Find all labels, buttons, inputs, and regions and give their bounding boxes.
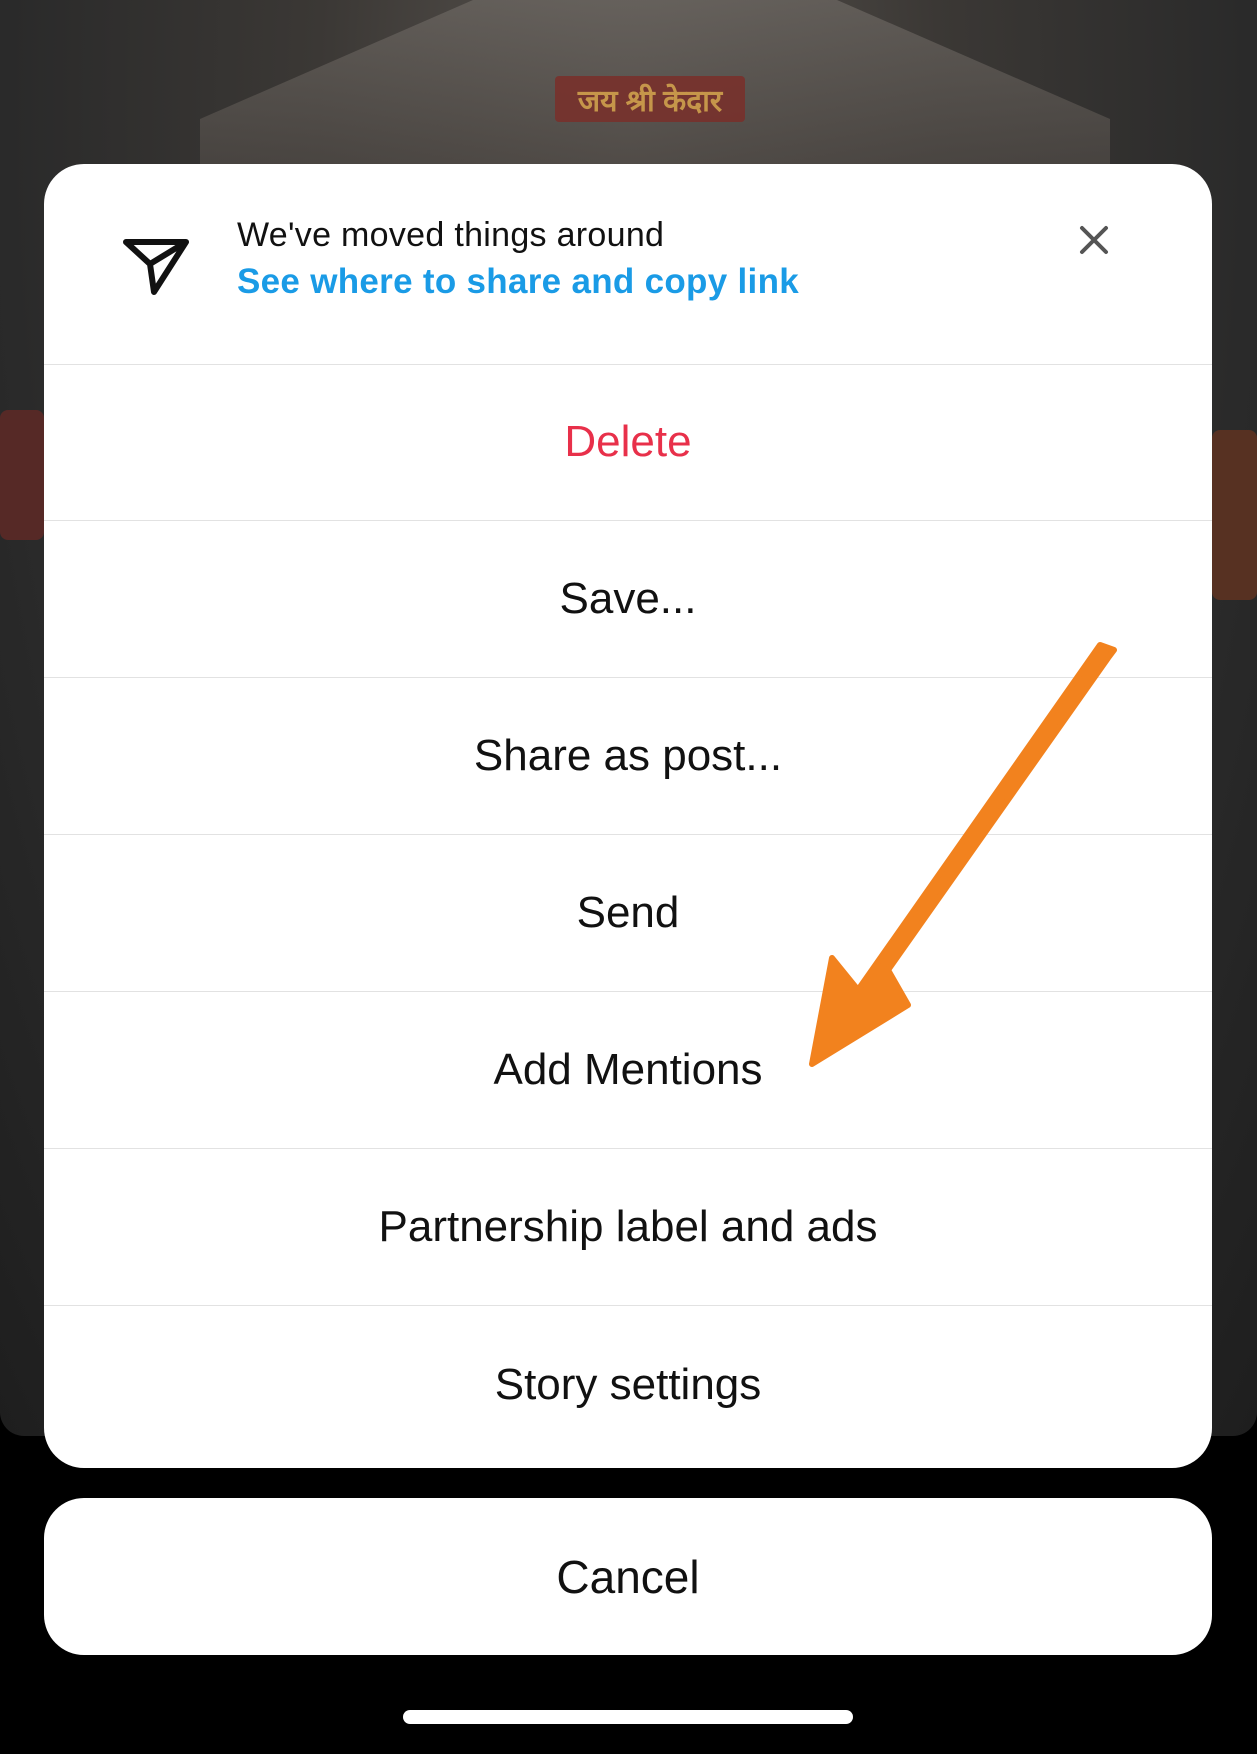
story-settings-button[interactable]: Story settings (44, 1306, 1212, 1463)
send-icon (120, 230, 192, 302)
action-sheet: We've moved things around See where to s… (44, 164, 1212, 1468)
temple-sign: जय श्री केदार (555, 76, 745, 122)
notice-title: We've moved things around (237, 216, 665, 254)
background-person (0, 410, 44, 540)
moved-things-notice: We've moved things around See where to s… (44, 164, 1212, 365)
save-button[interactable]: Save... (44, 521, 1212, 678)
home-indicator (403, 1710, 853, 1724)
partnership-label-button[interactable]: Partnership label and ads (44, 1149, 1212, 1306)
share-copy-link[interactable]: See where to share and copy link (237, 262, 799, 302)
cancel-button[interactable]: Cancel (44, 1498, 1212, 1655)
share-as-post-button[interactable]: Share as post... (44, 678, 1212, 835)
send-button[interactable]: Send (44, 835, 1212, 992)
delete-button[interactable]: Delete (44, 364, 1212, 521)
add-mentions-button[interactable]: Add Mentions (44, 992, 1212, 1149)
background-person (1212, 430, 1257, 600)
close-icon[interactable] (1072, 218, 1116, 262)
